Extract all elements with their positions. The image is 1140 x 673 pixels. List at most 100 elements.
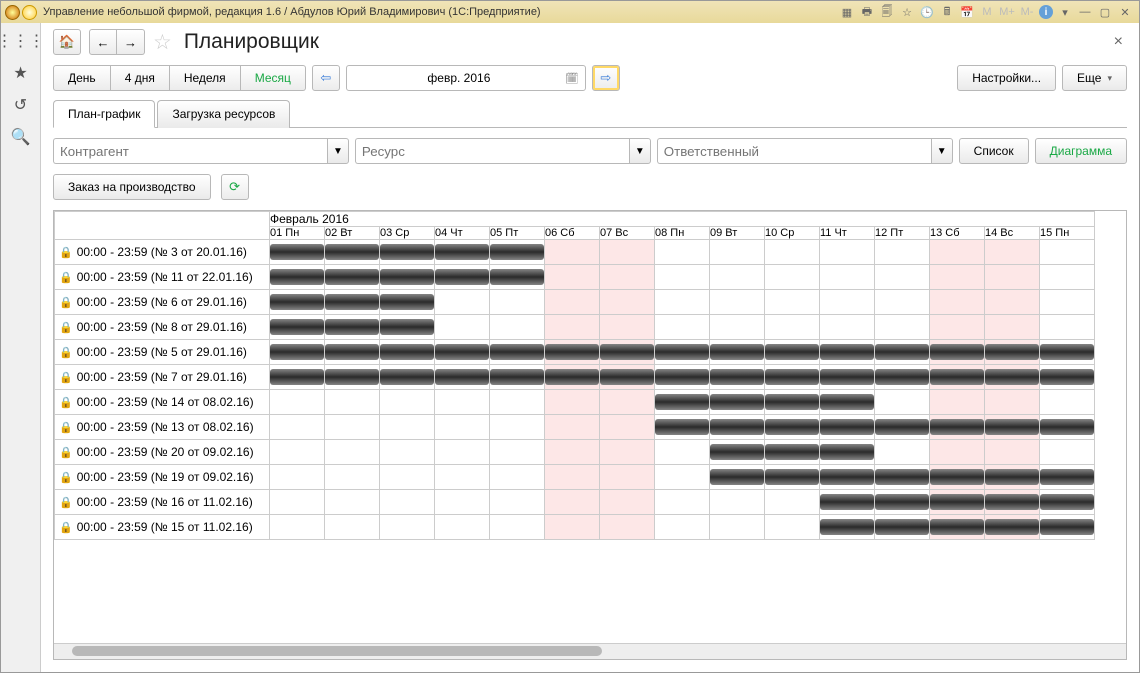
diagram-button[interactable]: Диаграмма [1035,138,1127,164]
tab-load[interactable]: Загрузка ресурсов [157,100,290,128]
task-cell[interactable]: 🔒00:00 - 23:59 (№ 6 от 29.01.16) [55,292,269,312]
gantt-bar[interactable] [325,294,379,310]
gantt-bar[interactable] [270,369,324,385]
print-preview-icon[interactable]: ▦ [839,4,855,20]
gantt-bar[interactable] [985,469,1039,485]
search-nav-icon[interactable]: 🔍 [11,127,31,147]
gantt-bar[interactable]: Ключников Евгений Владимирович [490,244,544,260]
calculator-icon[interactable]: 🖩 [939,4,955,20]
gantt-bar[interactable] [545,344,599,360]
forward-button[interactable]: → [117,29,145,55]
tab-plan[interactable]: План-график [53,100,155,128]
gantt-bar[interactable] [930,369,984,385]
gantt-bar[interactable] [985,344,1039,360]
refresh-button[interactable]: ⟳ [221,174,249,200]
responsible-input[interactable] [657,138,931,164]
gantt-bar[interactable] [875,344,929,360]
gantt-bar[interactable] [1040,469,1094,485]
gantt-bar[interactable] [710,369,764,385]
gantt-bar[interactable] [600,369,654,385]
gantt-bar[interactable] [1040,419,1094,435]
gantt-bar[interactable] [380,369,434,385]
info-icon[interactable]: i [1039,5,1053,19]
gantt-bar[interactable] [985,519,1039,535]
compare-icon[interactable]: 🗐 [879,4,895,20]
gantt-bar[interactable] [820,469,874,485]
gantt-bar[interactable] [1040,344,1094,360]
m-minus-icon[interactable]: M- [1019,4,1035,20]
gantt-bar[interactable] [435,344,489,360]
gantt-bar[interactable] [875,519,929,535]
gantt-bar[interactable] [325,319,379,335]
close-icon[interactable]: ✕ [1117,4,1133,20]
period-week[interactable]: Неделя [170,65,241,91]
gantt-bar[interactable] [270,344,324,360]
gantt-bar[interactable] [710,419,764,435]
task-cell[interactable]: 🔒00:00 - 23:59 (№ 8 от 29.01.16) [55,317,269,337]
gantt-bar[interactable] [820,519,874,535]
production-order-button[interactable]: Заказ на производство [53,174,211,200]
gantt-bar[interactable] [985,369,1039,385]
gantt-bar[interactable] [435,244,489,260]
gantt-bar[interactable] [875,494,929,510]
gantt-bar[interactable] [710,469,764,485]
gantt-bar[interactable] [1040,519,1094,535]
gantt-bar[interactable] [380,344,434,360]
counterparty-input[interactable] [53,138,327,164]
gantt-bar[interactable] [710,394,764,410]
gantt-bar[interactable] [655,419,709,435]
gantt-bar[interactable] [435,369,489,385]
gantt-bar[interactable] [765,344,819,360]
more-button[interactable]: Еще [1062,65,1127,91]
gantt-bar[interactable] [655,394,709,410]
settings-button[interactable]: Настройки... [957,65,1056,91]
gantt-bar[interactable] [820,344,874,360]
gantt-bar[interactable] [930,469,984,485]
apps-icon[interactable]: ⋮⋮⋮ [11,31,31,51]
gantt-bar[interactable] [765,394,819,410]
period-4days[interactable]: 4 дня [111,65,170,91]
m-plus-icon[interactable]: M+ [999,4,1015,20]
responsible-drop-icon[interactable]: ▼ [931,138,953,164]
gantt-bar[interactable] [490,344,544,360]
task-cell[interactable]: 🔒00:00 - 23:59 (№ 16 от 11.02.16) [55,492,269,512]
period-selector[interactable]: февр. 2016 🗓 [346,65,586,91]
task-cell[interactable]: 🔒00:00 - 23:59 (№ 3 от 20.01.16) [55,242,269,262]
favorite-icon[interactable]: ☆ [899,4,915,20]
gantt-bar[interactable] [765,369,819,385]
task-cell[interactable]: 🔒00:00 - 23:59 (№ 20 от 09.02.16) [55,442,269,462]
task-cell[interactable]: 🔒00:00 - 23:59 (№ 5 от 29.01.16) [55,342,269,362]
close-page-button[interactable]: × [1110,29,1127,55]
gantt-bar[interactable] [600,344,654,360]
calendar-picker-icon[interactable]: 🗓 [565,72,579,85]
app-icon-dropdown[interactable] [22,5,37,20]
gantt-bar[interactable] [325,344,379,360]
gantt-bar[interactable] [930,344,984,360]
print-icon[interactable]: 🖶 [859,4,875,20]
gantt-bar[interactable] [380,244,434,260]
gantt-bar[interactable] [270,269,324,285]
gantt-bar[interactable] [875,469,929,485]
gantt-bar[interactable]: Клименко Ирина [380,319,434,335]
period-month[interactable]: Месяц [241,65,306,91]
next-period-button[interactable]: ⇨ [592,65,620,91]
prev-period-button[interactable]: ⇦ [312,65,340,91]
gantt-bar[interactable] [325,244,379,260]
task-cell[interactable]: 🔒00:00 - 23:59 (№ 11 от 22.01.16) [55,267,269,287]
gantt-bar[interactable] [930,519,984,535]
gantt-bar[interactable] [765,419,819,435]
gantt-bar[interactable] [710,344,764,360]
gantt-bar[interactable] [765,469,819,485]
task-cell[interactable]: 🔒00:00 - 23:59 (№ 15 от 11.02.16) [55,517,269,537]
gantt-bar[interactable] [380,269,434,285]
gantt-bar[interactable] [820,494,874,510]
back-button[interactable]: ← [89,29,117,55]
gantt-bar[interactable] [490,369,544,385]
task-cell[interactable]: 🔒00:00 - 23:59 (№ 19 от 09.02.16) [55,467,269,487]
horizontal-scrollbar[interactable] [54,643,1126,659]
gantt-bar[interactable]: Шалуха Александр Сергеевич [380,294,434,310]
gantt-bar[interactable] [545,369,599,385]
gantt-bar[interactable] [985,494,1039,510]
counterparty-drop-icon[interactable]: ▼ [327,138,349,164]
favorite-page-icon[interactable]: ☆ [153,30,172,55]
